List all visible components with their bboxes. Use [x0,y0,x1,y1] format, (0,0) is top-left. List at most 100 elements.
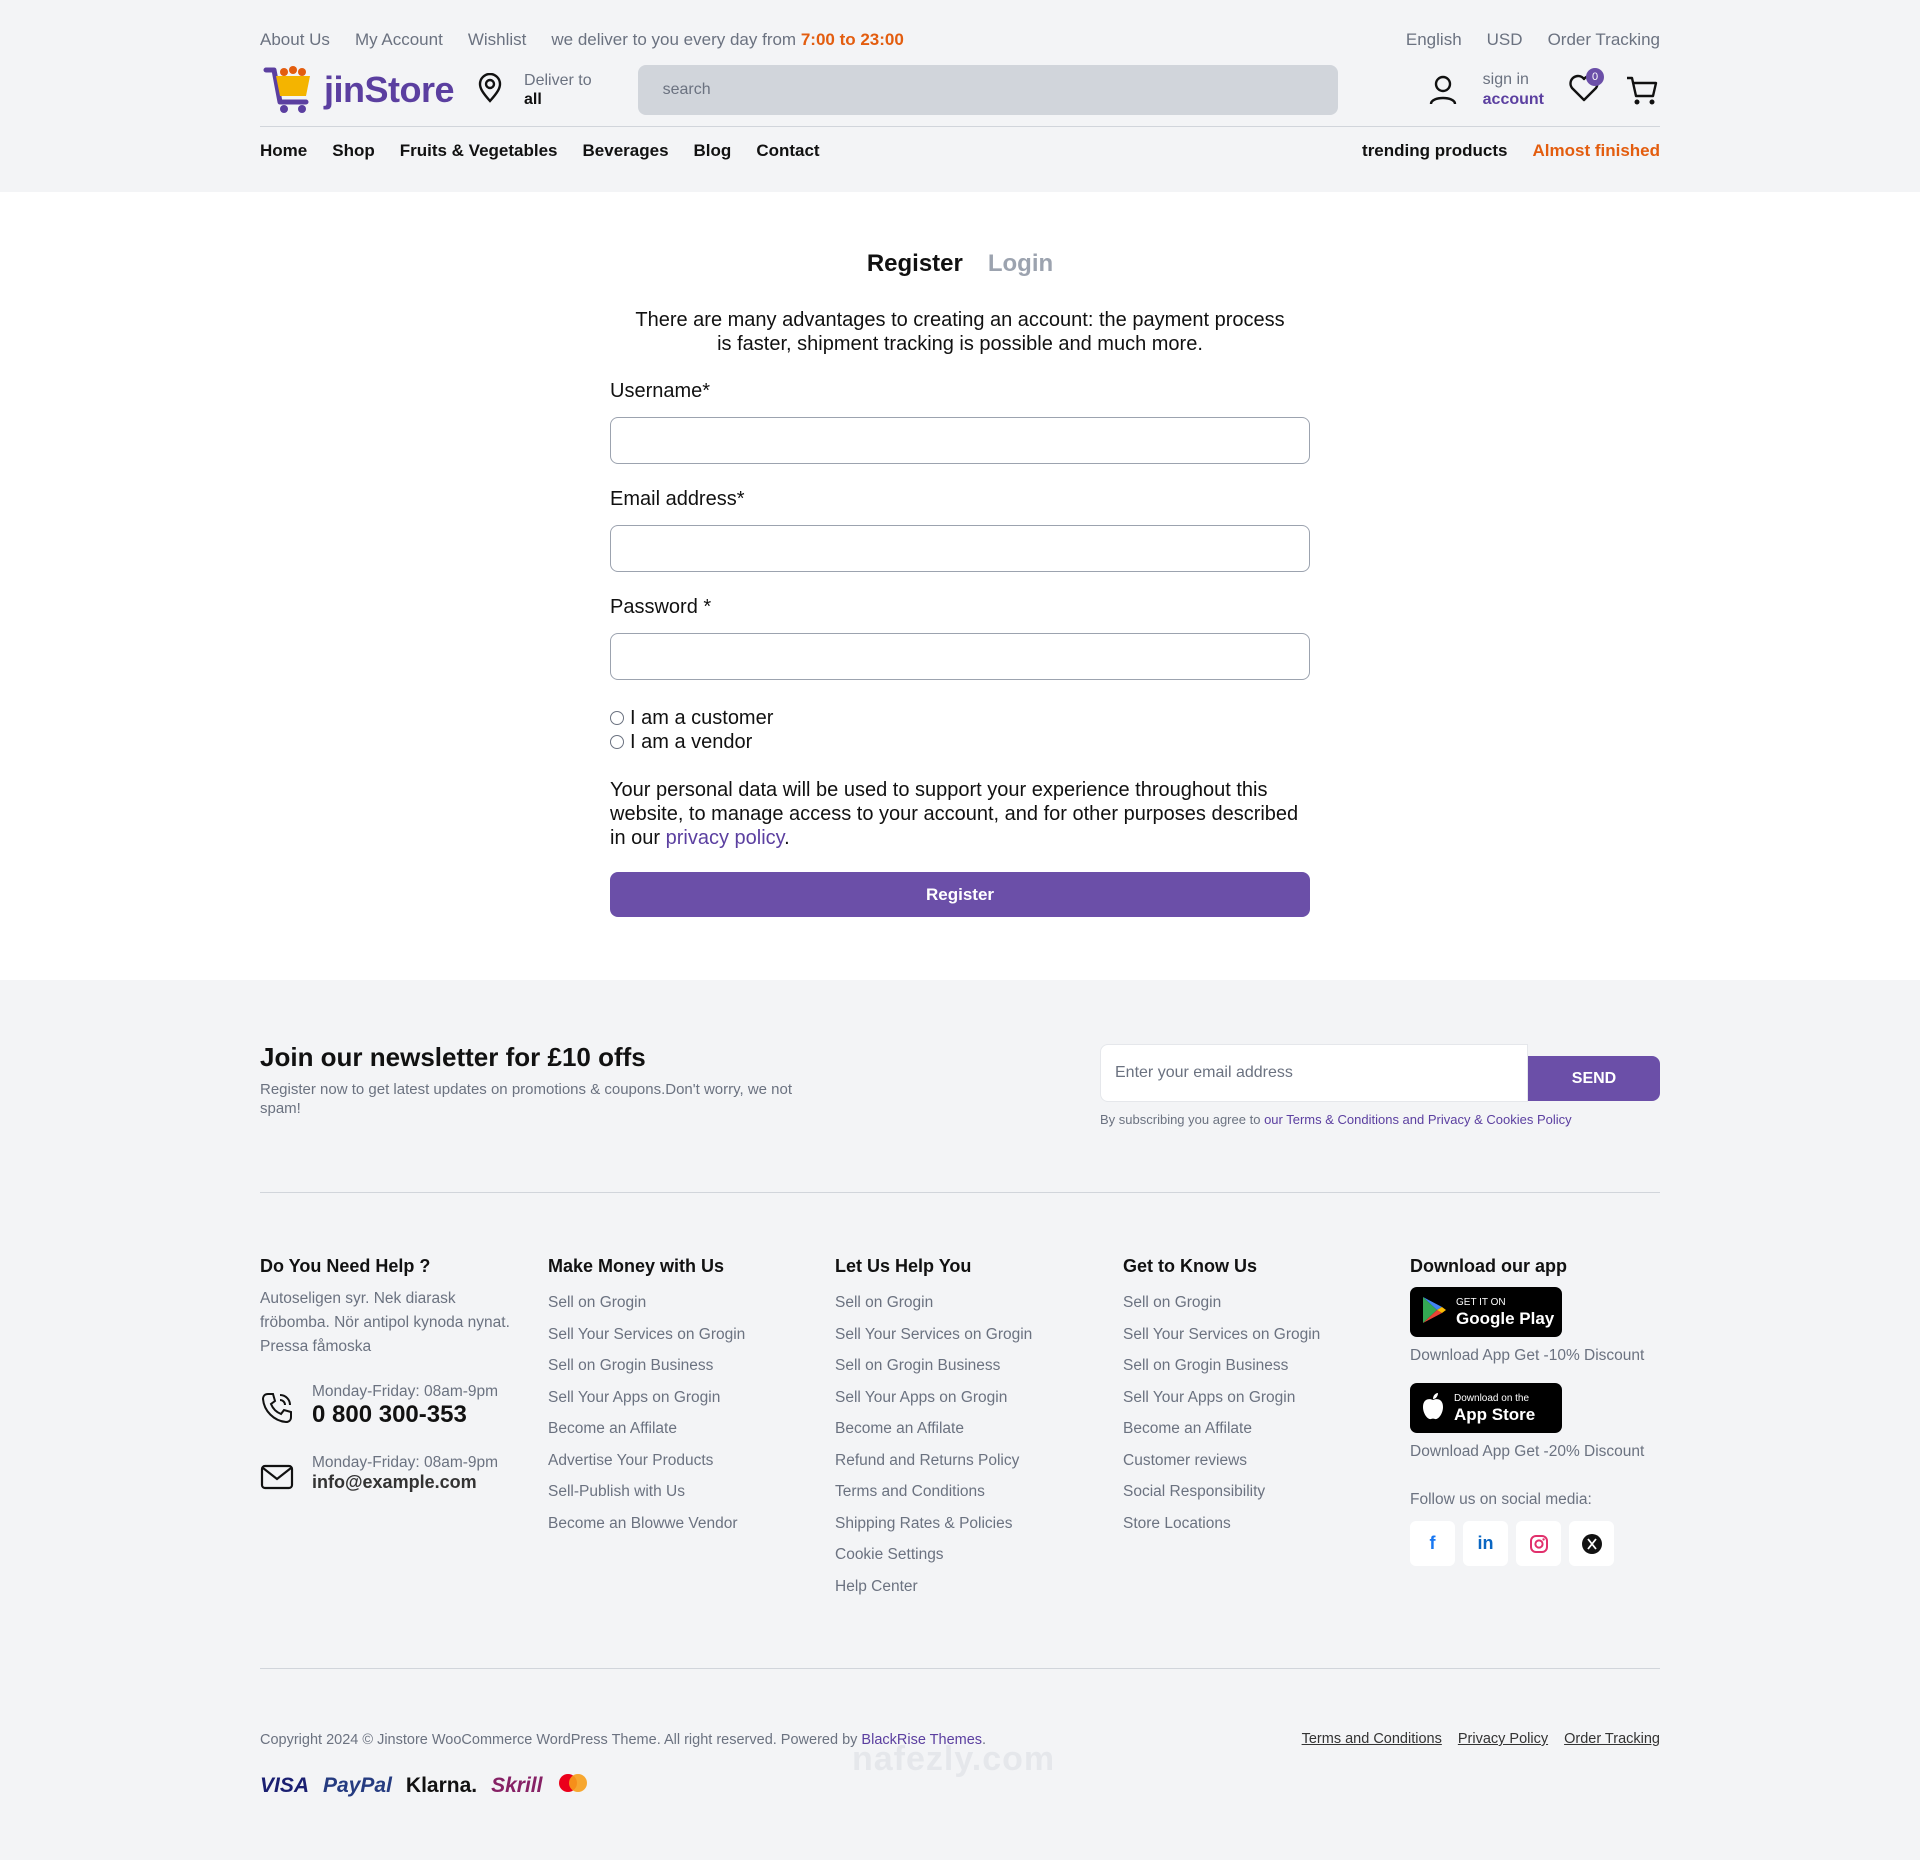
auth-tabs: Register Login [610,250,1310,278]
footer-link[interactable]: Social Responsibility [1123,1483,1265,1500]
money-title: Make Money with Us [548,1256,725,1276]
password-field[interactable] [610,633,1310,680]
footer-link[interactable]: Store Locations [1123,1515,1231,1532]
phone-hours: Monday-Friday: 08am-9pm [312,1383,499,1400]
wishlist-button[interactable]: 0 [1566,68,1604,108]
register-intro: There are many advantages to creating an… [635,309,1285,355]
phone-contact: Monday-Friday: 08am-9pm 0 800 300-353 [260,1383,520,1430]
radio-vendor[interactable]: I am a vendor [610,730,1310,754]
nav-home[interactable]: Home [260,141,307,161]
privacy-notice: Your personal data will be used to suppo… [610,779,1299,849]
nav-blog[interactable]: Blog [694,141,732,161]
footer-link[interactable]: Cookie Settings [835,1546,944,1563]
newsletter-send-button[interactable]: SEND [1528,1056,1660,1101]
footer-link[interactable]: Sell on Grogin Business [835,1357,1000,1374]
radio-vendor-label: I am a vendor [630,731,753,753]
footer-know-column: Get to Know Us Sell on Grogin Sell Your … [1123,1256,1320,1539]
cart-icon[interactable] [1624,72,1660,108]
topbar-link-about[interactable]: About Us [260,30,330,50]
topbar-link-wishlist[interactable]: Wishlist [468,30,527,50]
footer-link[interactable]: Sell on Grogin [835,1294,933,1311]
footer-link[interactable]: Help Center [835,1578,918,1595]
apple-icon [1420,1391,1446,1426]
newsletter-terms-link[interactable]: our Terms & Conditions and Privacy & Coo… [1264,1112,1572,1127]
footer-bottom-divider [260,1668,1660,1669]
instagram-icon[interactable] [1516,1521,1561,1566]
deliver-to-selector[interactable]: Deliver to all [476,71,592,109]
google-play-note: Download App Get -10% Discount [1410,1347,1645,1364]
site-logo[interactable]: jinStore [260,62,455,119]
nav-almost-finished[interactable]: Almost finished [1532,141,1660,161]
newsletter-subtitle: Register now to get latest updates on pr… [260,1081,793,1117]
helpyou-title: Let Us Help You [835,1256,972,1276]
radio-circle[interactable] [610,735,624,749]
linkedin-icon[interactable]: in [1463,1521,1508,1566]
email-field[interactable] [610,525,1310,572]
visa-logo: VISA [260,1774,310,1797]
delivery-hours: 7:00 to 23:00 [800,30,904,49]
footer-privacy-link[interactable]: Privacy Policy [1458,1731,1548,1747]
main-header: jinStore Deliver to all search sign in a… [260,60,1660,120]
footer-link[interactable]: Sell Your Services on Grogin [1123,1326,1320,1343]
footer-link[interactable]: Sell on Grogin Business [1123,1357,1288,1374]
topbar-link-account[interactable]: My Account [355,30,443,50]
newsletter-email-input[interactable]: Enter your email address [1100,1044,1528,1102]
user-icon[interactable] [1425,72,1461,108]
password-label: Password * [610,596,712,618]
username-field[interactable] [610,417,1310,464]
footer-link[interactable]: Advertise Your Products [548,1452,713,1469]
footer-link[interactable]: Sell Your Apps on Grogin [835,1389,1007,1406]
x-icon[interactable] [1569,1521,1614,1566]
app-store-badge[interactable]: Download on the App Store [1410,1383,1562,1433]
footer-terms-link[interactable]: Terms and Conditions [1302,1731,1442,1747]
site-footer: Join our newsletter for £10 offs Registe… [0,980,1920,1860]
register-button[interactable]: Register [610,872,1310,917]
topbar-order-tracking[interactable]: Order Tracking [1548,30,1660,50]
footer-link[interactable]: Become an Blowwe Vendor [548,1515,738,1532]
phone-number[interactable]: 0 800 300-353 [312,1401,467,1428]
currency-select[interactable]: USD [1487,30,1523,50]
logo-text: jinStore [324,69,455,110]
footer-help-column: Do You Need Help ? Autoseligen syr. Nek … [260,1256,520,1497]
nav-fruits-vegetables[interactable]: Fruits & Vegetables [400,141,558,161]
nav-trending-products[interactable]: trending products [1362,141,1507,161]
footer-link[interactable]: Sell on Grogin [1123,1294,1221,1311]
mail-icon [260,1462,294,1497]
footer-order-tracking-link[interactable]: Order Tracking [1564,1731,1660,1747]
nav-shop[interactable]: Shop [332,141,375,161]
facebook-icon[interactable]: f [1410,1521,1455,1566]
footer-link[interactable]: Terms and Conditions [835,1483,985,1500]
footer-link[interactable]: Become an Affilate [835,1420,964,1437]
tab-register[interactable]: Register [867,250,963,278]
nav-beverages[interactable]: Beverages [583,141,669,161]
privacy-policy-link[interactable]: privacy policy [666,827,785,849]
klarna-logo: Klarna. [405,1774,478,1797]
role-radio-group: I am a customer I am a vendor [610,706,1310,754]
know-title: Get to Know Us [1123,1256,1257,1276]
footer-link[interactable]: Sell Your Apps on Grogin [548,1389,720,1406]
footer-link[interactable]: Sell on Grogin Business [548,1357,713,1374]
footer-link[interactable]: Sell Your Services on Grogin [835,1326,1032,1343]
radio-customer[interactable]: I am a customer [610,706,1310,730]
footer-link[interactable]: Sell Your Apps on Grogin [1123,1389,1295,1406]
follow-label: Follow us on social media: [1410,1491,1592,1508]
email-address[interactable]: info@example.com [312,1472,477,1492]
footer-money-column: Make Money with Us Sell on Grogin Sell Y… [548,1256,745,1539]
google-play-badge[interactable]: GET IT ON Google Play [1410,1287,1562,1337]
main-nav: Home Shop Fruits & Vegetables Beverages … [260,140,1660,162]
footer-link[interactable]: Sell on Grogin [548,1294,646,1311]
sign-in-link[interactable]: sign in account [1483,70,1544,110]
tab-login[interactable]: Login [988,250,1053,278]
footer-link[interactable]: Refund and Returns Policy [835,1452,1019,1469]
footer-link[interactable]: Customer reviews [1123,1452,1247,1469]
footer-link[interactable]: Become an Affilate [548,1420,677,1437]
footer-link[interactable]: Shipping Rates & Policies [835,1515,1013,1532]
watermark: nafezly.com [852,1740,1056,1778]
radio-circle[interactable] [610,711,624,725]
footer-link[interactable]: Sell-Publish with Us [548,1483,685,1500]
search-input[interactable]: search [637,65,1338,115]
footer-link[interactable]: Become an Affilate [1123,1420,1252,1437]
footer-link[interactable]: Sell Your Services on Grogin [548,1326,745,1343]
language-select[interactable]: English [1406,30,1462,50]
nav-contact[interactable]: Contact [756,141,819,161]
